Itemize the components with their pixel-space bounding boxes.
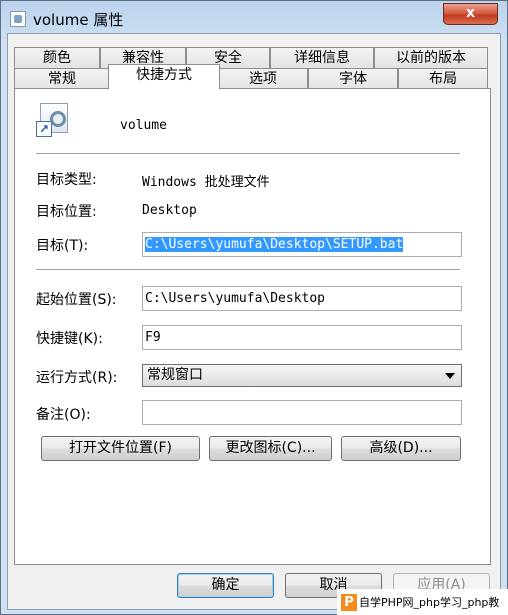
run-select[interactable]: 常规窗口 — [142, 364, 462, 387]
batch-file-icon — [10, 11, 26, 27]
shortcut-name: volume — [120, 118, 167, 133]
target-location-label: 目标位置: — [36, 204, 97, 220]
start-in-field[interactable]: C:\Users\yumufa\Desktop — [142, 286, 462, 311]
comment-label: 备注(O): — [36, 407, 91, 423]
shortcut-file-icon: ↗ — [36, 103, 72, 137]
shortcut-arrow-icon: ↗ — [36, 121, 52, 137]
watermark-text: 自学PHP网_php学习_php教 — [359, 596, 500, 609]
watermark-logo-icon: P — [341, 594, 357, 611]
properties-window: volume 属性 x 颜色 兼容性 安全 详细信息 以前的版本 常规 快捷方式… — [0, 0, 508, 615]
target-field[interactable]: C:\Users\yumufa\Desktop\SETUP.bat — [142, 232, 462, 257]
hotkey-field[interactable]: F9 — [142, 325, 462, 350]
tab-general[interactable]: 常规 — [14, 68, 110, 89]
divider — [36, 269, 460, 271]
divider — [36, 153, 460, 155]
hotkey-label: 快捷键(K): — [36, 331, 103, 347]
open-file-location-button[interactable]: 打开文件位置(F) — [41, 436, 200, 461]
chevron-down-icon — [445, 373, 455, 379]
tab-font[interactable]: 字体 — [308, 68, 398, 89]
target-location-value: Desktop — [142, 203, 197, 218]
window-title: volume 属性 — [33, 11, 124, 29]
target-field-text: C:\Users\yumufa\Desktop\SETUP.bat — [145, 237, 404, 252]
tab-previous-versions[interactable]: 以前的版本 — [374, 47, 488, 68]
site-watermark: P 自学PHP网_php学习_php教 — [337, 589, 508, 615]
advanced-button[interactable]: 高级(D)... — [341, 436, 461, 461]
tab-colors[interactable]: 颜色 — [14, 47, 100, 68]
run-select-value: 常规窗口 — [147, 367, 203, 383]
ok-button[interactable]: 确定 — [177, 573, 274, 598]
tab-details[interactable]: 详细信息 — [270, 47, 374, 68]
start-in-label: 起始位置(S): — [36, 292, 117, 308]
title-bar[interactable]: volume 属性 x — [1, 1, 507, 35]
gear-icon — [50, 111, 66, 127]
target-label: 目标(T): — [36, 238, 89, 254]
tab-shortcut[interactable]: 快捷方式 — [108, 64, 220, 89]
target-type-label: 目标类型: — [36, 172, 97, 188]
comment-field[interactable] — [142, 400, 462, 425]
run-label: 运行方式(R): — [36, 370, 118, 386]
shortcut-panel: ↗ volume 目标类型: Windows 批处理文件 目标位置: Deskt… — [14, 88, 491, 565]
change-icon-button[interactable]: 更改图标(C)... — [209, 436, 332, 461]
close-button[interactable]: x — [443, 3, 498, 25]
tab-options[interactable]: 选项 — [218, 68, 308, 89]
target-type-value: Windows 批处理文件 — [142, 175, 270, 190]
tab-layout[interactable]: 布局 — [398, 68, 488, 89]
